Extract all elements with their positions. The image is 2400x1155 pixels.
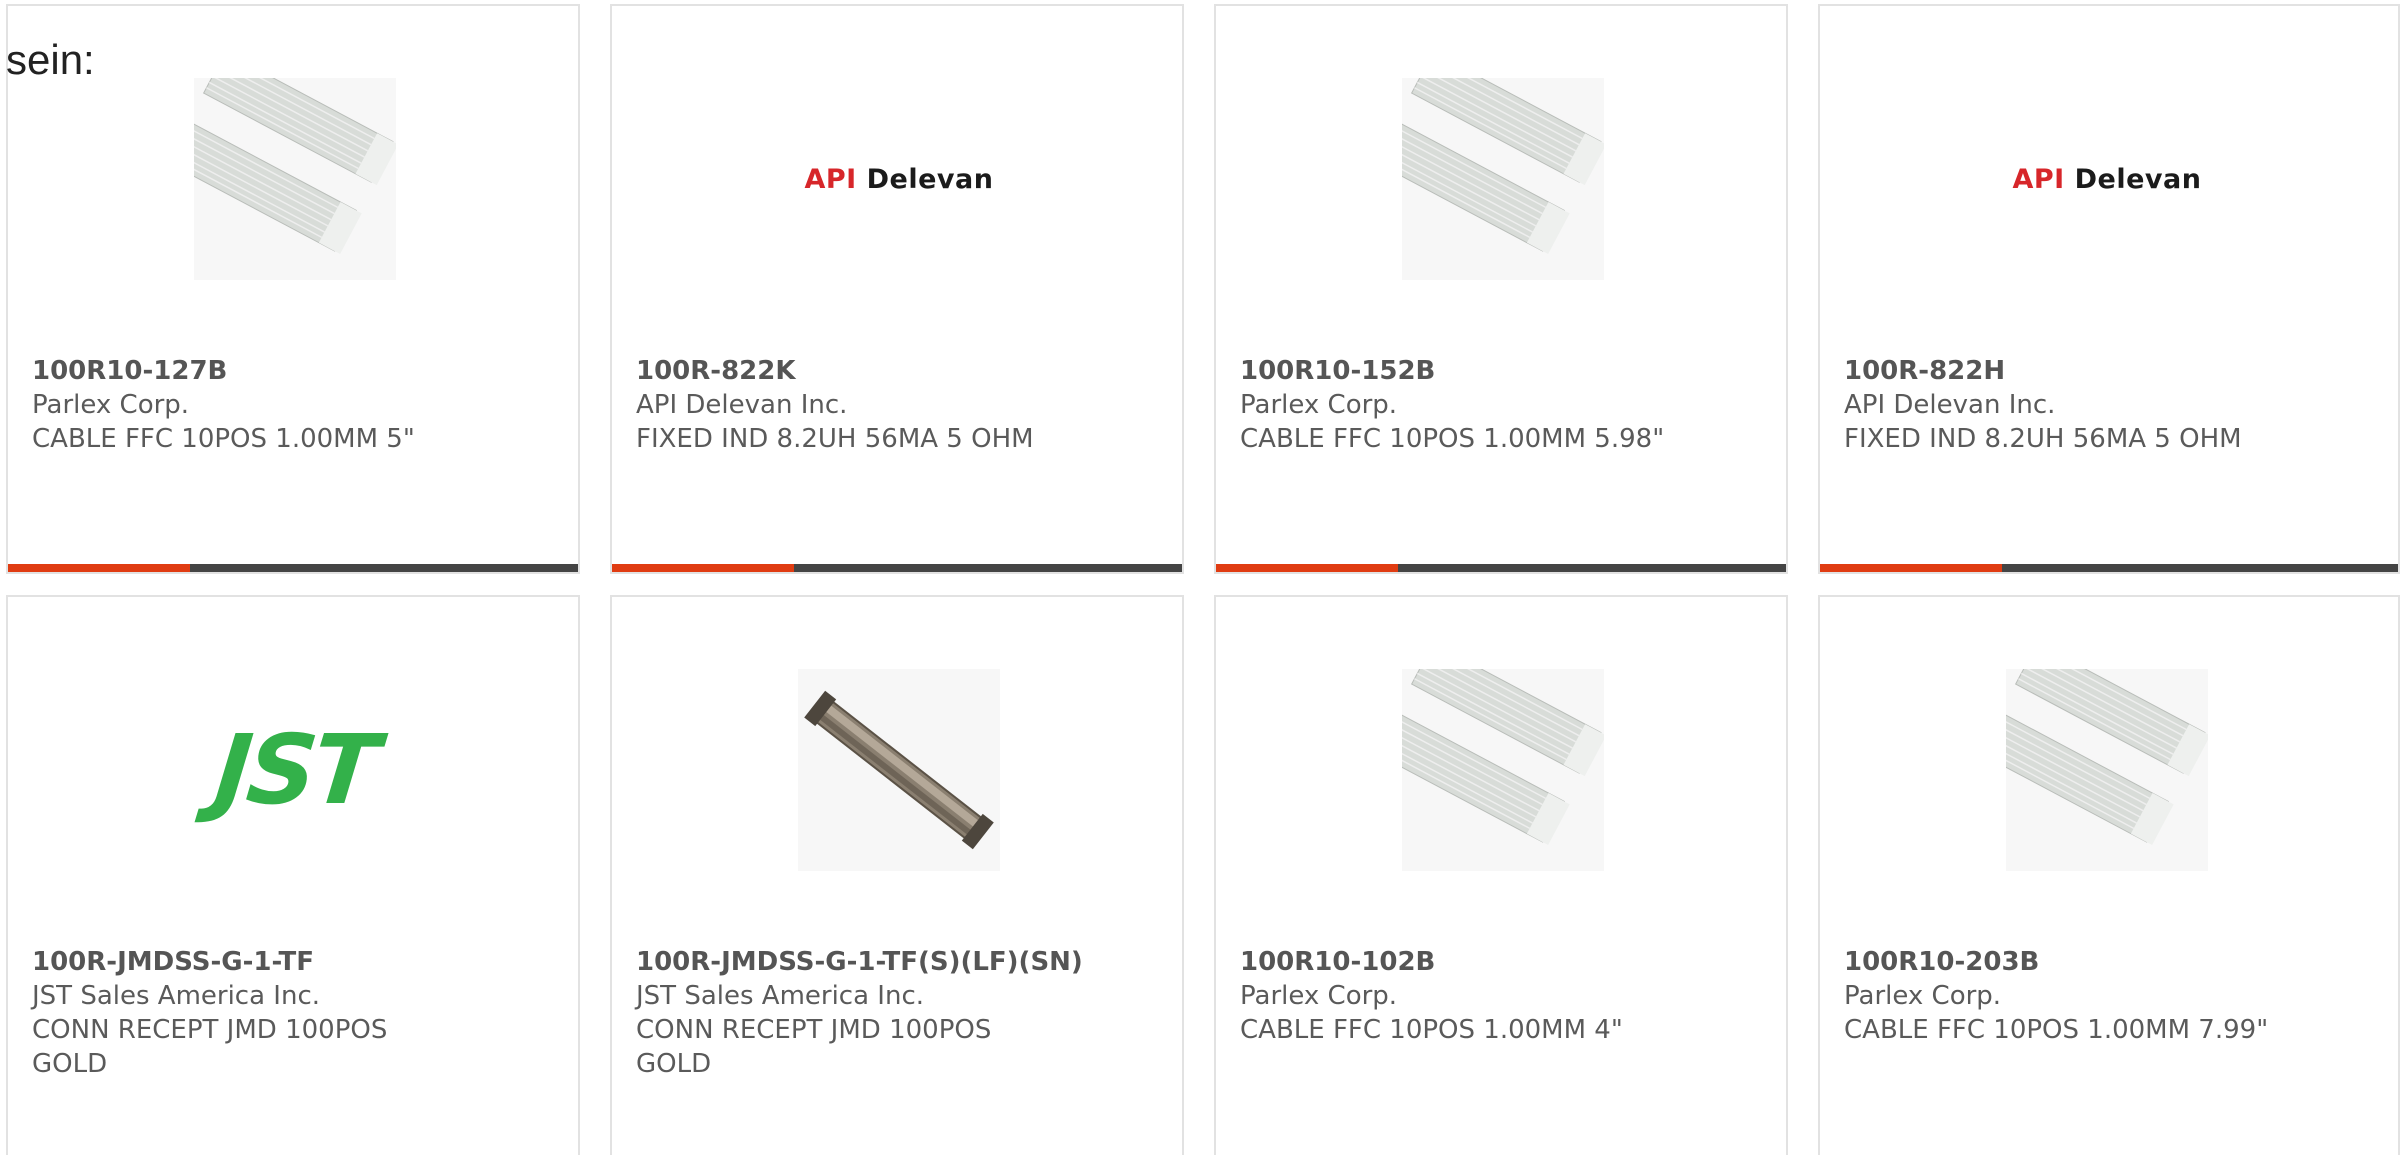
- card-bottom-bar: [612, 564, 1182, 572]
- logo-word-red: API: [2012, 163, 2065, 195]
- api-delevan-logo-icon: API Delevan: [2013, 164, 2202, 195]
- description: FIXED IND 8.2UH 56MA 5 OHM: [1844, 424, 2242, 454]
- manufacturer: Parlex Corp.: [1240, 981, 1398, 1011]
- manufacturer: API Delevan Inc.: [636, 390, 848, 420]
- manufacturer: JST Sales America Inc.: [32, 981, 321, 1011]
- product-image[interactable]: JST: [194, 669, 396, 871]
- product-card[interactable]: 100R10-152B Parlex Corp. CABLE FFC 10POS…: [1214, 4, 1788, 574]
- product-card[interactable]: 100R10-102B Parlex Corp. CABLE FFC 10POS…: [1214, 595, 1788, 1155]
- description: FIXED IND 8.2UH 56MA 5 OHM: [636, 424, 1034, 454]
- card-bar-accent: [1216, 564, 1398, 572]
- product-card[interactable]: API Delevan 100R-822K API Delevan Inc. F…: [610, 4, 1184, 574]
- manufacturer: API Delevan Inc.: [1844, 390, 2056, 420]
- part-number[interactable]: 100R10-152B: [1240, 354, 1760, 388]
- product-card[interactable]: 100R10-203B Parlex Corp. CABLE FFC 10POS…: [1818, 595, 2400, 1155]
- description: CABLE FFC 10POS 1.00MM 4": [1240, 1015, 1623, 1045]
- card-bar-accent: [612, 564, 794, 572]
- api-delevan-logo-icon: API Delevan: [805, 164, 994, 195]
- product-info: 100R10-102B Parlex Corp. CABLE FFC 10POS…: [1240, 945, 1760, 1047]
- connector-photo-icon: [798, 669, 1000, 871]
- manufacturer: Parlex Corp.: [1844, 981, 2002, 1011]
- product-image[interactable]: API Delevan: [798, 78, 1000, 280]
- flat-ribbon-cable-icon: [1402, 669, 1604, 871]
- flat-ribbon-cable-icon: [194, 78, 396, 280]
- product-info: 100R-822K API Delevan Inc. FIXED IND 8.2…: [636, 354, 1156, 456]
- product-info: 100R10-152B Parlex Corp. CABLE FFC 10POS…: [1240, 354, 1760, 456]
- part-number[interactable]: 100R-JMDSS-G-1-TF: [32, 945, 552, 979]
- product-grid-page: sein: 100R10-127B Parlex Corp. CABLE FFC…: [0, 0, 2400, 1155]
- part-number[interactable]: 100R10-102B: [1240, 945, 1760, 979]
- description: CONN RECEPT JMD 100POS GOLD: [32, 1015, 388, 1079]
- card-bottom-bar: [8, 564, 578, 572]
- product-card[interactable]: API Delevan 100R-822H API Delevan Inc. F…: [1818, 4, 2400, 574]
- product-card[interactable]: JST 100R-JMDSS-G-1-TF JST Sales America …: [6, 595, 580, 1155]
- jst-logo-icon: JST: [209, 714, 381, 826]
- product-info: 100R-822H API Delevan Inc. FIXED IND 8.2…: [1844, 354, 2364, 456]
- product-image[interactable]: [1402, 78, 1604, 280]
- card-bottom-bar: [1820, 564, 2398, 572]
- part-number[interactable]: 100R10-203B: [1844, 945, 2364, 979]
- part-number[interactable]: 100R10-127B: [32, 354, 552, 388]
- manufacturer: Parlex Corp.: [1240, 390, 1398, 420]
- manufacturer: JST Sales America Inc.: [636, 981, 925, 1011]
- card-bar-accent: [8, 564, 190, 572]
- product-image[interactable]: [798, 669, 1000, 871]
- product-card[interactable]: 100R-JMDSS-G-1-TF(S)(LF)(SN) JST Sales A…: [610, 595, 1184, 1155]
- flat-ribbon-cable-icon: [1402, 78, 1604, 280]
- product-info: 100R10-203B Parlex Corp. CABLE FFC 10POS…: [1844, 945, 2364, 1047]
- logo-word-black: Delevan: [866, 163, 994, 195]
- product-info: 100R10-127B Parlex Corp. CABLE FFC 10POS…: [32, 354, 552, 456]
- product-info: 100R-JMDSS-G-1-TF JST Sales America Inc.…: [32, 945, 552, 1081]
- product-image[interactable]: API Delevan: [2006, 78, 2208, 280]
- description: CONN RECEPT JMD 100POS GOLD: [636, 1015, 992, 1079]
- product-image[interactable]: [194, 78, 396, 280]
- part-number[interactable]: 100R-822H: [1844, 354, 2364, 388]
- description: CABLE FFC 10POS 1.00MM 5.98": [1240, 424, 1665, 454]
- logo-word-red: API: [804, 163, 857, 195]
- product-image[interactable]: [2006, 669, 2208, 871]
- product-info: 100R-JMDSS-G-1-TF(S)(LF)(SN) JST Sales A…: [636, 945, 1156, 1081]
- description: CABLE FFC 10POS 1.00MM 5": [32, 424, 415, 454]
- product-card[interactable]: 100R10-127B Parlex Corp. CABLE FFC 10POS…: [6, 4, 580, 574]
- manufacturer: Parlex Corp.: [32, 390, 190, 420]
- product-image[interactable]: [1402, 669, 1604, 871]
- flat-ribbon-cable-icon: [2006, 669, 2208, 871]
- card-bottom-bar: [1216, 564, 1786, 572]
- card-bar-accent: [1820, 564, 2002, 572]
- part-number[interactable]: 100R-JMDSS-G-1-TF(S)(LF)(SN): [636, 945, 1156, 979]
- intro-text: sein:: [6, 36, 95, 83]
- description: CABLE FFC 10POS 1.00MM 7.99": [1844, 1015, 2269, 1045]
- part-number[interactable]: 100R-822K: [636, 354, 1156, 388]
- logo-word-black: Delevan: [2074, 163, 2202, 195]
